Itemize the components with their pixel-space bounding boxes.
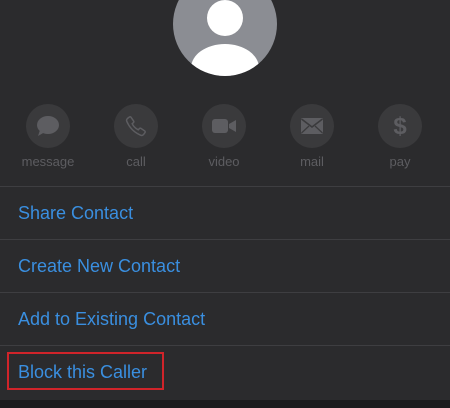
video-camera-icon <box>212 119 236 133</box>
share-contact-item[interactable]: Share Contact <box>0 187 450 240</box>
video-label: video <box>208 154 240 169</box>
pay-action-button[interactable]: $ pay <box>360 104 440 174</box>
pay-label: pay <box>389 154 411 169</box>
create-new-contact-item[interactable]: Create New Contact <box>0 240 450 293</box>
envelope-icon <box>301 118 323 134</box>
contact-screen: message call video mail $ pay Share Cont… <box>0 0 450 408</box>
call-action-button[interactable]: call <box>96 104 176 174</box>
call-label: call <box>126 154 146 169</box>
add-to-existing-contact-item[interactable]: Add to Existing Contact <box>0 293 450 346</box>
mail-action-button[interactable]: mail <box>272 104 352 174</box>
video-action-button[interactable]: video <box>184 104 264 174</box>
pay-circle[interactable]: $ <box>378 104 422 148</box>
mail-circle[interactable] <box>290 104 334 148</box>
block-this-caller-item[interactable]: Block this Caller <box>0 346 450 398</box>
svg-text:$: $ <box>393 113 407 139</box>
quick-actions-row: message call video mail $ pay <box>0 104 450 174</box>
mail-label: mail <box>300 154 324 169</box>
contact-options-menu: Share Contact Create New Contact Add to … <box>0 186 450 398</box>
message-action-button[interactable]: message <box>8 104 88 174</box>
phone-icon <box>125 116 146 137</box>
call-circle[interactable] <box>114 104 158 148</box>
message-label: message <box>21 154 75 169</box>
bottom-bar <box>0 400 450 408</box>
message-circle[interactable] <box>26 104 70 148</box>
dollar-icon: $ <box>393 113 407 139</box>
video-circle[interactable] <box>202 104 246 148</box>
person-silhouette-icon <box>191 0 259 76</box>
contact-avatar <box>173 0 277 76</box>
message-bubble-icon <box>37 116 59 136</box>
